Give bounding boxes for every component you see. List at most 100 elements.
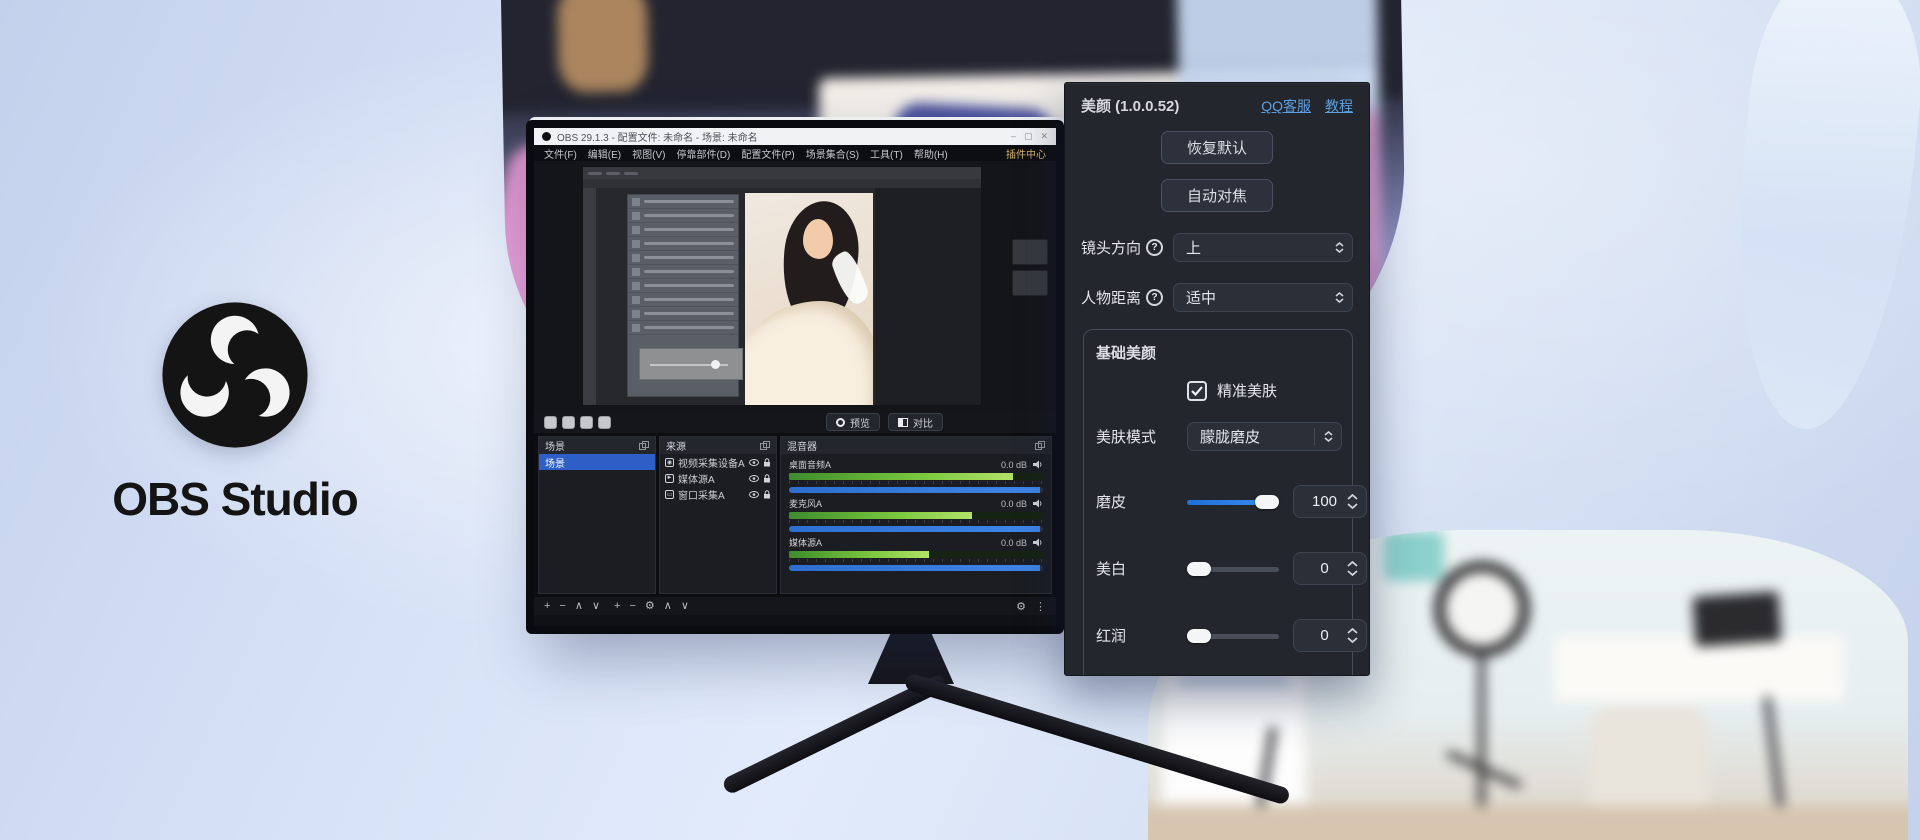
whitening-slider[interactable] [1187, 561, 1279, 577]
person-distance-select[interactable]: 适中 [1173, 283, 1353, 312]
tool-button-2[interactable] [562, 416, 575, 429]
rosy-slider[interactable] [1187, 628, 1279, 644]
auto-focus-button[interactable]: 自动对焦 [1161, 179, 1273, 212]
spin-arrows-icon[interactable] [1347, 561, 1358, 576]
minimize-icon[interactable]: – [1011, 131, 1016, 142]
menu-file[interactable]: 文件(F) [544, 146, 577, 161]
tutorial-link[interactable]: 教程 [1325, 96, 1353, 116]
preview-toggle-button[interactable]: 预览 [826, 413, 880, 431]
menu-plugin-center[interactable]: 插件中心 [1006, 146, 1046, 161]
menu-edit[interactable]: 编辑(E) [588, 146, 621, 161]
eye-icon[interactable] [749, 475, 759, 482]
maximize-icon[interactable]: ▢ [1024, 131, 1033, 142]
obs-toolstrip: 预览 对比 [534, 411, 1056, 433]
camera-direction-row: 镜头方向 ? 上 [1081, 233, 1353, 262]
restore-defaults-button[interactable]: 恢复默认 [1161, 131, 1273, 164]
channel-name: 麦克风A [789, 497, 822, 510]
dock-panel-icon[interactable] [639, 441, 649, 450]
camera-direction-select[interactable]: 上 [1173, 233, 1353, 262]
person-distance-row: 人物距离 ? 适中 [1081, 283, 1353, 312]
monitor: OBS 29.1.3 - 配置文件: 未命名 - 场景: 未命名 – ▢ ✕ 文… [526, 120, 1064, 634]
menu-help[interactable]: 帮助(H) [914, 146, 948, 161]
obs-window: OBS 29.1.3 - 配置文件: 未命名 - 场景: 未命名 – ▢ ✕ 文… [534, 128, 1056, 626]
speaker-icon[interactable] [1033, 460, 1043, 469]
smoothing-spinbox[interactable]: 100 [1293, 485, 1367, 518]
dock-panel-icon[interactable] [760, 441, 770, 450]
scene-down-icon[interactable]: ∨ [592, 597, 600, 615]
person-distance-value: 适中 [1186, 287, 1216, 308]
adjustment-popup [639, 348, 743, 380]
beauty-filter-panel: 美颜 (1.0.0.52) QQ客服 教程 恢复默认 自动对焦 镜头方向 ? 上 [1064, 82, 1370, 676]
whitening-value: 0 [1302, 560, 1347, 577]
tool-button-1[interactable] [544, 416, 557, 429]
qq-support-link[interactable]: QQ客服 [1261, 96, 1311, 116]
preview-toggle-label: 预览 [850, 415, 870, 430]
camera-direction-value: 上 [1186, 237, 1201, 258]
photoshop-side-panels [1012, 239, 1048, 301]
slider-handle[interactable] [1187, 629, 1211, 643]
dock-panel-icon[interactable] [1035, 441, 1045, 450]
source-row[interactable]: ◉ 视频采集设备A [660, 454, 776, 470]
obs-app-icon [542, 132, 551, 141]
smoothing-slider[interactable] [1187, 494, 1279, 510]
slider-knob[interactable] [711, 360, 720, 369]
speaker-icon[interactable] [1033, 538, 1043, 547]
source-row[interactable]: ▭ 窗口采集A [660, 486, 776, 502]
more-options-icon[interactable]: ⋮ [1035, 600, 1046, 613]
help-icon[interactable]: ? [1146, 289, 1163, 306]
channel-name: 桌面音频A [789, 458, 831, 471]
help-icon[interactable]: ? [1146, 239, 1163, 256]
tool-button-4[interactable] [598, 416, 611, 429]
slider-handle[interactable] [1187, 562, 1211, 576]
add-scene-icon[interactable]: + [544, 597, 550, 615]
obs-menu-bar: 文件(F) 编辑(E) 视图(V) 停靠部件(D) 配置文件(P) 场景集合(S… [534, 145, 1056, 161]
mixer-channel: 媒体源A 0.0 dB [781, 532, 1051, 571]
precise-skin-row: 精准美肤 [1187, 380, 1340, 401]
meter-ticks [789, 559, 1043, 562]
person-distance-label: 人物距离 [1081, 287, 1141, 308]
close-icon[interactable]: ✕ [1040, 131, 1048, 142]
portrait-face [803, 219, 833, 259]
add-source-icon[interactable]: + [614, 597, 620, 615]
precise-skin-checkbox[interactable] [1187, 381, 1207, 401]
whitening-row: 美白 0 [1096, 552, 1340, 585]
rosy-spinbox[interactable]: 0 [1293, 619, 1367, 652]
skin-mode-select[interactable]: 朦胧磨皮 [1187, 422, 1342, 451]
background-photo-sliver [1716, 0, 1920, 438]
scene-up-icon[interactable]: ∧ [575, 597, 583, 615]
menu-tools[interactable]: 工具(T) [870, 146, 903, 161]
obs-bottom-bar: + − ∧ ∨ + − ⚙ ∧ ∨ ⚙ ⋮ [534, 597, 1056, 615]
photoshop-canvas [875, 188, 981, 405]
obs-docks: 场景 场景 来源 ◉ 视频采集设备A [534, 433, 1056, 597]
volume-meter [789, 551, 1043, 558]
source-up-icon[interactable]: ∧ [664, 597, 672, 615]
meter-ticks [789, 520, 1043, 523]
speaker-icon[interactable] [1033, 499, 1043, 508]
eye-icon[interactable] [749, 459, 759, 466]
photoshop-window [582, 166, 982, 406]
spin-arrows-icon[interactable] [1347, 628, 1358, 643]
mixer-settings-icon[interactable]: ⚙ [1016, 600, 1026, 613]
menu-profile[interactable]: 配置文件(P) [741, 146, 794, 161]
scene-list-item-selected[interactable]: 场景 [539, 454, 655, 470]
mixer-dock-title: 混音器 [787, 438, 817, 453]
source-label: 媒体源A [678, 471, 745, 486]
remove-scene-icon[interactable]: − [559, 597, 565, 615]
remove-source-icon[interactable]: − [629, 597, 635, 615]
volume-slider[interactable] [789, 565, 1043, 571]
source-row[interactable]: ► 媒体源A [660, 470, 776, 486]
eye-icon[interactable] [749, 491, 759, 498]
slider-handle[interactable] [1255, 495, 1279, 509]
source-down-icon[interactable]: ∨ [681, 597, 689, 615]
source-settings-icon[interactable]: ⚙ [645, 597, 655, 615]
menu-docks[interactable]: 停靠部件(D) [676, 146, 730, 161]
menu-view[interactable]: 视图(V) [632, 146, 665, 161]
compare-toggle-button[interactable]: 对比 [888, 413, 943, 431]
lock-icon[interactable] [763, 490, 771, 499]
lock-icon[interactable] [763, 458, 771, 467]
menu-scene-collection[interactable]: 场景集合(S) [806, 146, 859, 161]
whitening-spinbox[interactable]: 0 [1293, 552, 1367, 585]
tool-button-3[interactable] [580, 416, 593, 429]
lock-icon[interactable] [763, 474, 771, 483]
spin-arrows-icon[interactable] [1347, 494, 1358, 509]
